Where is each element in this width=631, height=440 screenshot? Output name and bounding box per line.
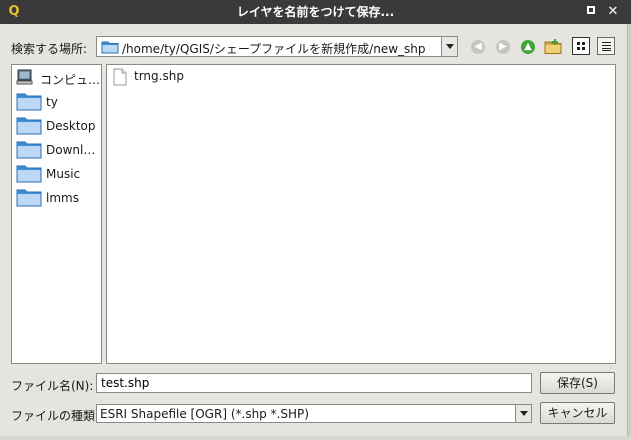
detail-view-button[interactable] xyxy=(597,37,615,55)
folder-icon xyxy=(16,165,42,183)
sidebar-item-computer[interactable]: コンピュ… xyxy=(16,67,100,89)
close-button[interactable]: ✕ xyxy=(605,4,621,20)
folder-icon xyxy=(16,93,42,111)
window-title: レイヤを名前をつけて保存... xyxy=(236,5,395,19)
document-icon xyxy=(113,68,127,86)
window-bottom-edge xyxy=(0,436,631,440)
title-bar: Q レイヤを名前をつけて保存... ✕ xyxy=(0,0,631,24)
sidebar-item-label: Downl… xyxy=(46,143,96,157)
filetype-label: ファイルの種類: xyxy=(11,409,100,423)
cancel-button[interactable]: キャンセル xyxy=(540,402,615,424)
save-button[interactable]: 保存(S) xyxy=(540,372,615,394)
sidebar-item-label: コンピュ… xyxy=(40,73,101,87)
places-sidebar: コンピュ… ty Desktop Downl… Music lmms xyxy=(11,64,102,364)
parent-directory-button[interactable]: ▲ xyxy=(519,38,537,56)
folder-icon xyxy=(101,41,119,54)
maximize-button[interactable] xyxy=(583,4,599,20)
sidebar-item-label: ty xyxy=(46,95,58,109)
path-combobox[interactable]: /home/ty/QGIS/シェープファイルを新規作成/new_shp xyxy=(96,36,458,57)
current-path: /home/ty/QGIS/シェープファイルを新規作成/new_shp xyxy=(122,42,426,56)
file-list[interactable]: trng.shp xyxy=(106,64,616,364)
detail-view-icon xyxy=(602,42,611,51)
close-icon: ✕ xyxy=(607,4,619,19)
back-button[interactable]: ◀ xyxy=(469,38,487,56)
file-name: trng.shp xyxy=(134,69,184,83)
filename-label: ファイル名(N): xyxy=(11,379,94,393)
sidebar-item-label: Music xyxy=(46,167,81,181)
sidebar-item-downloads[interactable]: Downl… xyxy=(16,139,100,161)
folder-icon xyxy=(16,189,42,207)
maximize-icon xyxy=(587,6,595,14)
sidebar-item-desktop[interactable]: Desktop xyxy=(16,115,100,137)
sidebar-item-ty[interactable]: ty xyxy=(16,91,100,113)
new-folder-icon xyxy=(544,39,562,54)
filename-input[interactable] xyxy=(96,373,532,393)
computer-icon xyxy=(16,69,33,85)
folder-icon xyxy=(16,141,42,159)
look-in-label: 検索する場所: xyxy=(11,42,88,56)
sidebar-item-music[interactable]: Music xyxy=(16,163,100,185)
chevron-down-icon[interactable] xyxy=(441,37,457,56)
sidebar-item-lmms[interactable]: lmms xyxy=(16,187,100,209)
chevron-down-icon[interactable] xyxy=(515,405,531,422)
sidebar-item-label: Desktop xyxy=(46,119,96,133)
new-folder-button[interactable] xyxy=(544,38,562,56)
sidebar-item-label: lmms xyxy=(46,191,79,205)
forward-arrow-icon: ▶ xyxy=(496,40,510,54)
up-arrow-icon: ▲ xyxy=(521,40,535,54)
window-edge xyxy=(627,24,631,440)
filetype-value: ESRI Shapefile [OGR] (*.shp *.SHP) xyxy=(100,407,309,421)
icon-view-icon xyxy=(577,42,585,50)
forward-button[interactable]: ▶ xyxy=(494,38,512,56)
filetype-combobox[interactable]: ESRI Shapefile [OGR] (*.shp *.SHP) xyxy=(96,404,532,423)
icon-view-button[interactable] xyxy=(572,37,590,55)
folder-icon xyxy=(16,117,42,135)
back-arrow-icon: ◀ xyxy=(471,40,485,54)
